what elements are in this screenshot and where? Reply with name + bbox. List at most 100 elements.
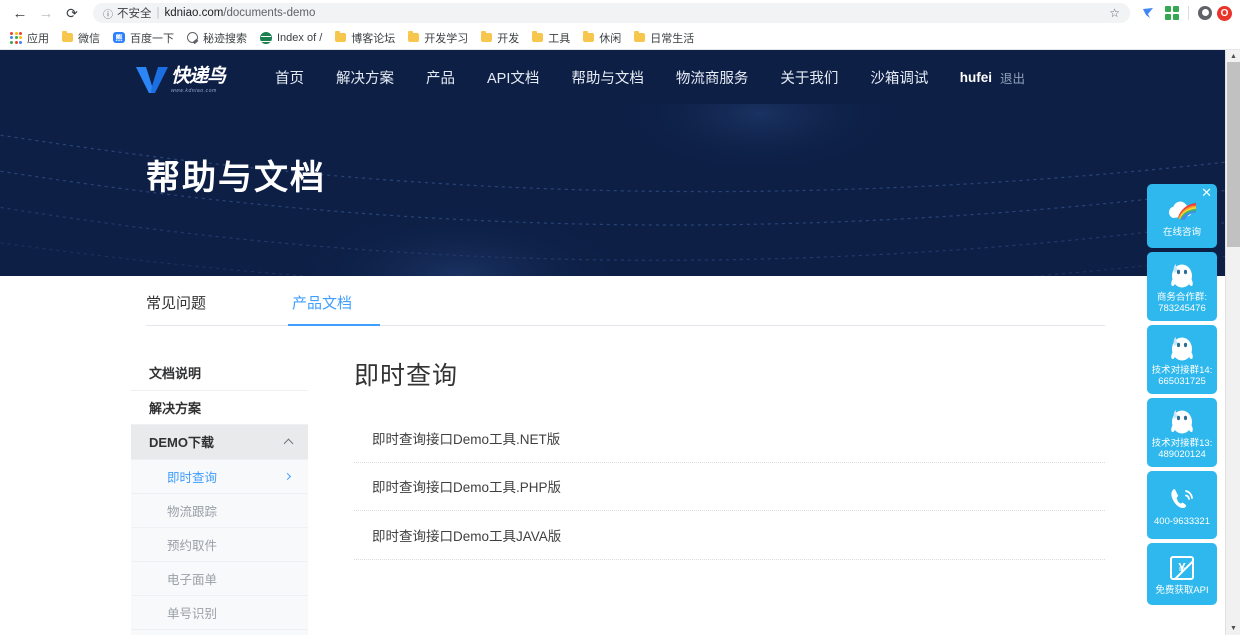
bookmark-daily-life[interactable]: 日常生活 bbox=[634, 30, 694, 46]
scroll-down-arrow-icon[interactable]: ▼ bbox=[1226, 622, 1240, 635]
sidebar-subitem-tracking-number-recognition[interactable]: 单号识别 bbox=[131, 595, 308, 630]
fp-free-api[interactable]: ¥ 免费获取API bbox=[1147, 543, 1217, 605]
fp-business-qq-group[interactable]: 商务合作群: 783245476 bbox=[1147, 252, 1217, 321]
document-link-java[interactable]: 即时查询接口Demo工具JAVA版 bbox=[354, 511, 1105, 560]
sidebar-subitem-logistics-tracking[interactable]: 物流跟踪 bbox=[131, 493, 308, 528]
opera-menu-icon[interactable]: O bbox=[1217, 5, 1232, 21]
document-link-net[interactable]: 即时查询接口Demo工具.NET版 bbox=[354, 414, 1105, 463]
sidebar-subitem-cod[interactable]: 代收货款 bbox=[131, 629, 308, 635]
main-panel: 即时查询 即时查询接口Demo工具.NET版 即时查询接口Demo工具.PHP版… bbox=[308, 356, 1225, 635]
fp-label: 商务合作群: 783245476 bbox=[1156, 291, 1208, 314]
search-circle-icon bbox=[187, 32, 198, 43]
sidebar-subitem-label: 单号识别 bbox=[167, 606, 218, 621]
page-title: 帮助与文档 bbox=[146, 159, 326, 197]
bookmark-apps[interactable]: 应用 bbox=[10, 30, 49, 46]
bookmark-label: 博客论坛 bbox=[351, 32, 396, 45]
qq-penguin-icon bbox=[1166, 260, 1198, 290]
site-info-icon[interactable]: ⓘ bbox=[103, 6, 113, 21]
bookmark-wechat[interactable]: 微信 bbox=[62, 30, 100, 46]
fp-label: 免费获取API bbox=[1155, 584, 1209, 596]
folder-icon bbox=[335, 31, 347, 42]
bookmark-dev-study[interactable]: 开发学习 bbox=[408, 30, 468, 46]
extension-blue-icon[interactable] bbox=[1136, 1, 1160, 25]
bookmark-label: 应用 bbox=[27, 32, 49, 45]
sidebar: 文档说明 解决方案 DEMO下载 即时查询 物流跟踪 预约取件 电子面单 单号识… bbox=[131, 356, 308, 635]
folder-icon bbox=[481, 31, 493, 42]
sidebar-subitem-label: 即时查询 bbox=[167, 470, 218, 485]
globe-icon bbox=[260, 31, 272, 44]
omnibox-separator: | bbox=[156, 7, 160, 19]
fp-label: 在线咨询 bbox=[1162, 226, 1201, 238]
bookmark-star-icon[interactable]: ☆ bbox=[1109, 6, 1120, 20]
back-button[interactable]: ← bbox=[7, 1, 33, 25]
browser-toolbar: ← → ⟳ ⓘ 不安全 | kdniao.com /documents-demo… bbox=[0, 0, 1240, 26]
url-domain: kdniao.com bbox=[164, 7, 224, 19]
site-logo[interactable]: 快递鸟 www.kdniao.com bbox=[135, 60, 226, 94]
fp-tech-qq-group-13[interactable]: 技术对接群13: 489020124 bbox=[1147, 398, 1217, 467]
fp-online-consult[interactable]: ✕ 在线咨询 bbox=[1147, 184, 1217, 248]
fp-tech-qq-group-14[interactable]: 技术对接群14: 665031725 bbox=[1147, 325, 1217, 394]
folder-icon bbox=[634, 31, 646, 42]
bookmark-index-of[interactable]: Index of / bbox=[260, 31, 323, 44]
bookmark-dev[interactable]: 开发 bbox=[481, 30, 519, 46]
page-scrollbar[interactable]: ▲ ▼ bbox=[1225, 50, 1240, 635]
sidebar-subitem-label: 电子面单 bbox=[167, 572, 218, 587]
address-bar[interactable]: ⓘ 不安全 | kdniao.com /documents-demo ☆ bbox=[93, 3, 1130, 23]
content-area: 文档说明 解决方案 DEMO下载 即时查询 物流跟踪 预约取件 电子面单 单号识… bbox=[0, 326, 1225, 635]
chevron-up-icon bbox=[283, 438, 294, 449]
qr-grid-icon[interactable] bbox=[1160, 1, 1184, 25]
scrollbar-thumb[interactable] bbox=[1227, 62, 1240, 247]
nav-item-solutions[interactable]: 解决方案 bbox=[336, 67, 394, 88]
nav-item-home[interactable]: 首页 bbox=[275, 67, 304, 88]
bookmark-blog-forum[interactable]: 博客论坛 bbox=[335, 30, 395, 46]
rainbow-cloud-icon bbox=[1166, 195, 1198, 225]
phone-icon bbox=[1166, 484, 1198, 514]
sidebar-subitem-e-waybill[interactable]: 电子面单 bbox=[131, 561, 308, 596]
kdniao-v-logo-icon bbox=[136, 67, 168, 93]
bookmark-label: 微信 bbox=[78, 32, 100, 45]
bookmark-label: Index of / bbox=[277, 31, 323, 44]
main-navigation: 首页 解决方案 产品 API文档 帮助与文档 物流商服务 关于我们 沙箱调试 bbox=[275, 67, 928, 88]
sidebar-item-label: 解决方案 bbox=[149, 400, 202, 416]
browser-chrome: ← → ⟳ ⓘ 不安全 | kdniao.com /documents-demo… bbox=[0, 0, 1240, 50]
folder-icon bbox=[408, 31, 420, 42]
floating-contact-panel: ✕ 在线咨询 商务合作群: 783245476 技术对接群14: 6650317… bbox=[1147, 184, 1217, 609]
nav-item-products[interactable]: 产品 bbox=[426, 67, 455, 88]
sidebar-subitem-instant-query[interactable]: 即时查询 bbox=[131, 459, 308, 494]
url-path: /documents-demo bbox=[223, 7, 316, 19]
fp-phone-number[interactable]: 400-9633321 bbox=[1147, 471, 1217, 539]
page-viewport: 快递鸟 www.kdniao.com 首页 解决方案 产品 API文档 帮助与文… bbox=[0, 50, 1240, 635]
apps-grid-icon bbox=[10, 31, 22, 44]
sidebar-item-demo-download[interactable]: DEMO下载 bbox=[131, 425, 308, 460]
close-icon[interactable]: ✕ bbox=[1201, 186, 1212, 199]
bookmark-miji-search[interactable]: 秘迹搜索 bbox=[187, 30, 247, 46]
document-link-php[interactable]: 即时查询接口Demo工具.PHP版 bbox=[354, 463, 1105, 511]
nav-item-about-us[interactable]: 关于我们 bbox=[780, 67, 838, 88]
sidebar-subitem-label: 预约取件 bbox=[167, 538, 218, 553]
bookmark-baidu[interactable]: 熊 百度一下 bbox=[113, 30, 174, 46]
baidu-icon: 熊 bbox=[113, 32, 125, 43]
nav-item-help-docs[interactable]: 帮助与文档 bbox=[571, 67, 644, 88]
nav-item-sandbox-debug[interactable]: 沙箱调试 bbox=[870, 67, 928, 88]
qq-penguin-icon bbox=[1166, 333, 1198, 363]
nav-item-logistics-service[interactable]: 物流商服务 bbox=[676, 67, 749, 88]
reload-button[interactable]: ⟳ bbox=[59, 1, 85, 25]
sidebar-item-doc-intro[interactable]: 文档说明 bbox=[131, 356, 308, 391]
logo-url-text: www.kdniao.com bbox=[171, 88, 217, 94]
forward-button[interactable]: → bbox=[33, 1, 59, 25]
nav-item-api-docs[interactable]: API文档 bbox=[487, 67, 539, 88]
bookmark-leisure[interactable]: 休闲 bbox=[583, 30, 621, 46]
sidebar-subitem-pickup-booking[interactable]: 预约取件 bbox=[131, 527, 308, 562]
tab-bar: 常见问题 产品文档 bbox=[0, 276, 1225, 326]
logout-link[interactable]: 退出 bbox=[1000, 68, 1025, 87]
fp-label: 技术对接群14: 665031725 bbox=[1151, 364, 1213, 387]
username-label: hufei bbox=[959, 69, 992, 85]
qq-penguin-icon bbox=[1166, 406, 1198, 436]
folder-icon bbox=[583, 31, 595, 42]
sidebar-item-solutions[interactable]: 解决方案 bbox=[131, 390, 308, 425]
bookmark-tools[interactable]: 工具 bbox=[532, 30, 570, 46]
tab-product-docs[interactable]: 产品文档 bbox=[288, 292, 381, 326]
sidebar-item-label: 文档说明 bbox=[149, 366, 202, 382]
tab-faq[interactable]: 常见问题 bbox=[146, 292, 206, 326]
profile-avatar-icon[interactable] bbox=[1193, 1, 1217, 25]
